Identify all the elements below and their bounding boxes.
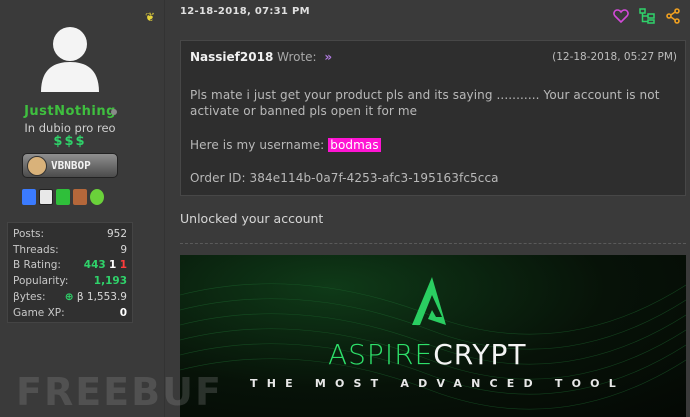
quote-date: (12-18-2018, 05:27 PM) [552, 51, 677, 63]
online-status-icon [111, 109, 117, 115]
quote-username[interactable]: Nassief2018 [190, 50, 273, 64]
rank-badge: VBNBOP [22, 153, 118, 178]
stat-threads: Threads: 9 [13, 243, 127, 256]
quote-block: Nassief2018 Wrote: » (12-18-2018, 05:27 … [180, 40, 686, 196]
user-title: In dubio pro reo [24, 121, 116, 135]
watermark: FREEBUF [16, 370, 223, 414]
user-panel: JustNothing In dubio pro reo $$$ VBNBOP … [0, 0, 165, 417]
apple-award-icon[interactable] [90, 189, 104, 205]
rank-avatar-icon [27, 156, 47, 176]
user-stats: Posts: 952 Threads: 9 B Rating: 443 1 1 … [7, 222, 133, 323]
aspire-logo-icon [412, 277, 446, 325]
leaf-icon: ❦ [145, 10, 156, 24]
banner-background-art [180, 277, 686, 410]
bytes-plus-icon: ⊕ [64, 291, 74, 304]
goto-post-icon[interactable]: » [324, 50, 332, 64]
username[interactable]: JustNothing [0, 104, 140, 119]
stat-bytes: βytes: ⊕ β 1,553.9 [13, 291, 127, 304]
signature-banner[interactable]: ASPIRECRYPT THE MOST ADVANCED TOOL [180, 255, 686, 417]
stat-game-xp: Game XP: 0 [13, 306, 127, 319]
quote-text-line: Here is my username: bodmas [190, 138, 381, 152]
quote-text-line: activate or banned pls open it for me [190, 104, 418, 118]
avatar[interactable] [37, 22, 103, 92]
diamond-award-icon[interactable] [22, 189, 36, 205]
quote-wrote-label: Wrote: [277, 50, 317, 64]
gift-award-icon[interactable] [56, 189, 70, 205]
quote-text-line: Pls mate i just get your product pls and… [190, 88, 660, 102]
banner-brand: ASPIRECRYPT [328, 338, 527, 371]
awards [22, 189, 104, 205]
quote-order-id: Order ID: 384e114b-0a7f-4253-afc3-195163… [190, 171, 499, 185]
tree-view-icon[interactable] [639, 8, 655, 24]
stat-popularity: Popularity: 1,193 [13, 275, 127, 288]
post-reply-text: Unlocked your account [180, 211, 324, 226]
card-award-icon[interactable] [39, 189, 53, 205]
stat-posts: Posts: 952 [13, 227, 127, 240]
heart-icon[interactable] [613, 8, 629, 24]
quote-header: Nassief2018 Wrote: » [190, 50, 332, 64]
hammer-award-icon[interactable] [73, 189, 87, 205]
signature-divider [180, 243, 686, 244]
rank-badge-label: VBNBOP [51, 159, 91, 172]
share-icon[interactable] [665, 8, 681, 24]
highlighted-username: bodmas [328, 138, 381, 152]
post-actions [613, 8, 681, 24]
banner-tagline: THE MOST ADVANCED TOOL [250, 377, 625, 390]
user-money: $$$ [53, 134, 87, 149]
stat-b-rating: B Rating: 443 1 1 [13, 259, 127, 272]
post-date: 12-18-2018, 07:31 PM [180, 6, 310, 17]
